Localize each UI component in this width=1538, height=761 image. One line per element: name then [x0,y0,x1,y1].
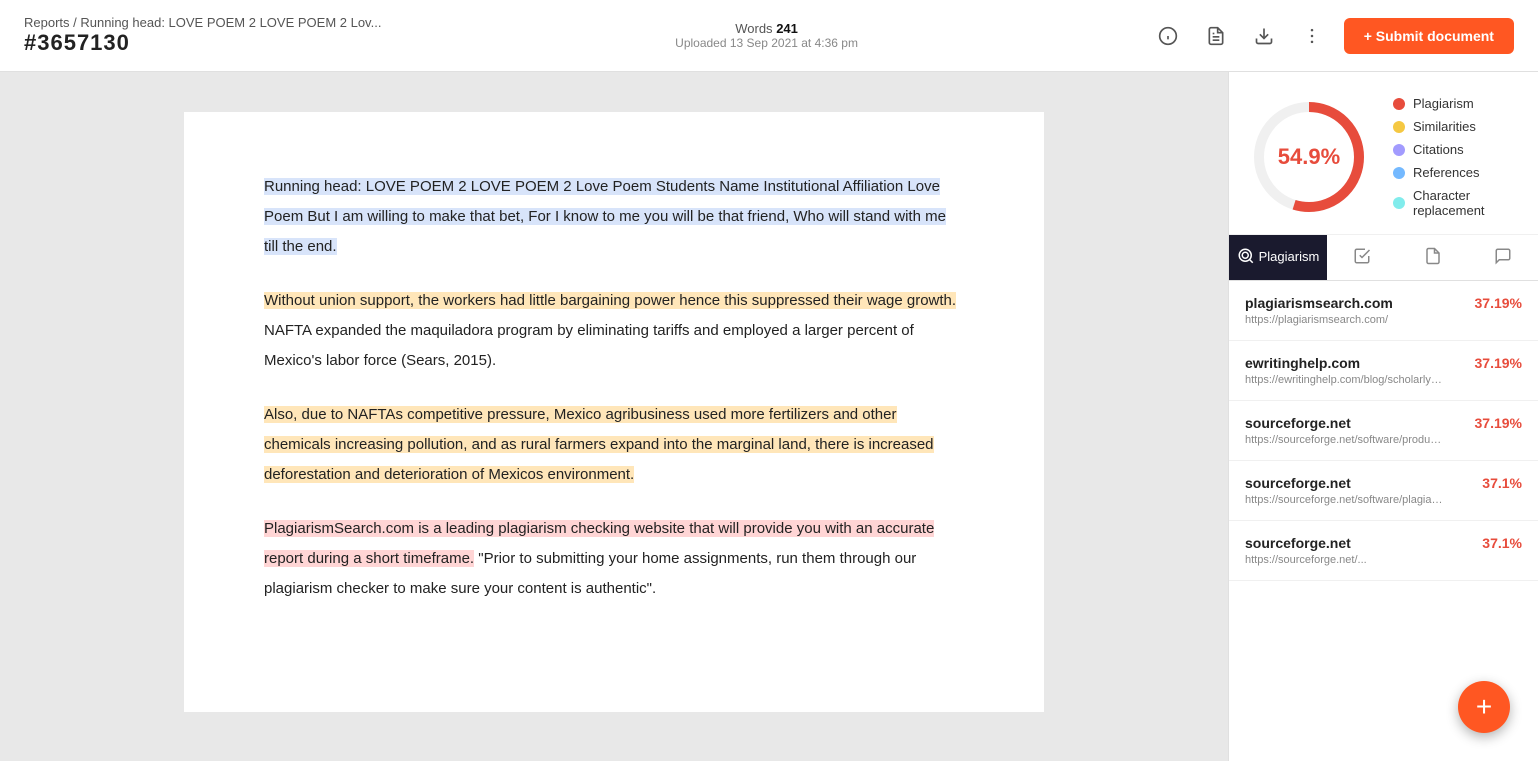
document-content: Running head: LOVE POEM 2 LOVE POEM 2 Lo… [184,112,1044,712]
source-url-4: https://sourceforge.net/... [1245,554,1445,566]
fab-button[interactable]: + [1458,681,1510,733]
legend-item-char-replacement: Character replacement [1393,188,1518,218]
more-icon [1302,26,1322,46]
legend-item-similarities: Similarities [1393,119,1518,134]
source-url-0: https://plagiarismsearch.com/ [1245,314,1445,326]
legend-item-plagiarism: Plagiarism [1393,96,1518,111]
source-item-0[interactable]: plagiarismsearch.com https://plagiarisms… [1229,281,1538,341]
paragraph-3: Also, due to NAFTAs competitive pressure… [264,400,964,490]
tab-sources[interactable] [1327,235,1397,280]
legend-item-citations: Citations [1393,142,1518,157]
tab-comments[interactable] [1468,235,1538,280]
source-info-1: ewritinghelp.com https://ewritinghelp.co… [1245,355,1467,386]
source-url-1: https://ewritinghelp.com/blog/scholarly-… [1245,374,1445,386]
pdf-button[interactable] [1200,20,1232,52]
legend-label-citations: Citations [1413,142,1464,157]
source-item-2[interactable]: sourceforge.net https://sourceforge.net/… [1229,401,1538,461]
words-count: Words 241 [735,21,798,36]
legend-label-references: References [1413,165,1479,180]
info-button[interactable] [1152,20,1184,52]
document-id: #3657130 [24,30,381,56]
header-center: Words 241 Uploaded 13 Sep 2021 at 4:36 p… [675,21,858,50]
source-pct-0: 37.19% [1475,295,1522,311]
download-icon [1254,26,1274,46]
tab-plagiarism[interactable]: Plagiarism [1229,235,1327,280]
upload-info: Uploaded 13 Sep 2021 at 4:36 pm [675,36,858,50]
more-options-button[interactable] [1296,20,1328,52]
breadcrumb: Reports / Running head: LOVE POEM 2 LOVE… [24,15,381,30]
pages-tab-icon [1424,247,1442,265]
donut-chart: 54.9% [1249,97,1369,217]
source-info-4: sourceforge.net https://sourceforge.net/… [1245,535,1474,566]
pdf-icon [1206,26,1226,46]
sources-tab-icon [1353,247,1371,265]
right-panel: 54.9% Plagiarism Similarities Citations [1228,72,1538,761]
source-pct-3: 37.1% [1482,475,1522,491]
source-item-4[interactable]: sourceforge.net https://sourceforge.net/… [1229,521,1538,581]
paragraph-4: PlagiarismSearch.com is a leading plagia… [264,514,964,604]
legend-dot-citations [1393,144,1405,156]
document-area: Running head: LOVE POEM 2 LOVE POEM 2 Lo… [0,72,1228,761]
app-header: Reports / Running head: LOVE POEM 2 LOVE… [0,0,1538,72]
source-name-4: sourceforge.net [1245,535,1474,551]
legend-dot-similarities [1393,121,1405,133]
legend-label-char-replacement: Character replacement [1413,188,1518,218]
source-name-1: ewritinghelp.com [1245,355,1467,371]
tabs-row: Plagiarism [1229,235,1538,281]
source-name-0: plagiarismsearch.com [1245,295,1467,311]
source-item-1[interactable]: ewritinghelp.com https://ewritinghelp.co… [1229,341,1538,401]
source-item-3[interactable]: sourceforge.net https://sourceforge.net/… [1229,461,1538,521]
legend-label-plagiarism: Plagiarism [1413,96,1474,111]
score-label: 54.9% [1278,144,1340,170]
highlighted-text-blue: Running head: LOVE POEM 2 LOVE POEM 2 Lo… [264,178,946,255]
plagiarism-tab-icon [1237,247,1255,265]
highlighted-text-orange-2: Also, due to NAFTAs competitive pressure… [264,406,934,483]
legend-label-similarities: Similarities [1413,119,1476,134]
score-row: 54.9% Plagiarism Similarities Citations [1249,96,1518,218]
legend: Plagiarism Similarities Citations Refere… [1393,96,1518,218]
main-layout: Running head: LOVE POEM 2 LOVE POEM 2 Lo… [0,72,1538,761]
score-section: 54.9% Plagiarism Similarities Citations [1229,72,1538,235]
source-info-2: sourceforge.net https://sourceforge.net/… [1245,415,1467,446]
source-pct-2: 37.19% [1475,415,1522,431]
legend-item-references: References [1393,165,1518,180]
paragraph-1: Running head: LOVE POEM 2 LOVE POEM 2 Lo… [264,172,964,262]
source-name-2: sourceforge.net [1245,415,1467,431]
tab-pages[interactable] [1398,235,1468,280]
source-url-2: https://sourceforge.net/software/product… [1245,434,1445,446]
source-pct-1: 37.19% [1475,355,1522,371]
source-url-3: https://sourceforge.net/software/plagiar… [1245,494,1445,506]
legend-dot-char-replacement [1393,197,1405,209]
download-button[interactable] [1248,20,1280,52]
source-name-3: sourceforge.net [1245,475,1474,491]
source-info-0: plagiarismsearch.com https://plagiarisms… [1245,295,1467,326]
info-icon [1158,26,1178,46]
legend-dot-references [1393,167,1405,179]
highlighted-text-orange-1: Without union support, the workers had l… [264,292,956,309]
source-info-3: sourceforge.net https://sourceforge.net/… [1245,475,1474,506]
source-pct-4: 37.1% [1482,535,1522,551]
comments-tab-icon [1494,247,1512,265]
submit-document-button[interactable]: + Submit document [1344,18,1514,54]
header-actions: + Submit document [1152,18,1514,54]
header-left: Reports / Running head: LOVE POEM 2 LOVE… [24,15,381,56]
legend-dot-plagiarism [1393,98,1405,110]
paragraph-2: Without union support, the workers had l… [264,286,964,376]
